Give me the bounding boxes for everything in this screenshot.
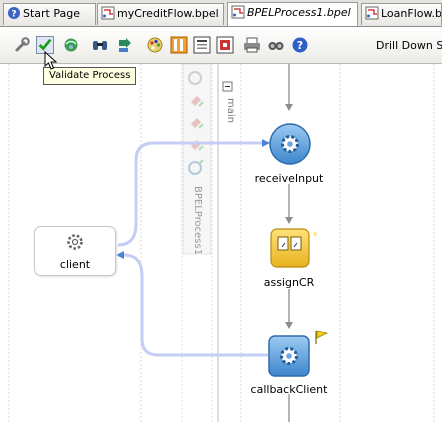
bpel-diagram-canvas[interactable]: BPELProcess1 main client receiveInput as… <box>0 64 442 422</box>
help-icon[interactable]: ? <box>291 36 309 54</box>
image-view-icon[interactable] <box>216 36 234 54</box>
svg-text:?: ? <box>11 10 16 20</box>
client-to-receive-link <box>117 141 262 247</box>
refresh-globe-icon[interactable] <box>62 36 80 54</box>
tab-label: BPELProcess1.bpel <box>247 6 351 19</box>
diagram-toolbar: ? Drill Down Sta <box>0 27 442 64</box>
binoculars-search-icon[interactable] <box>267 36 285 54</box>
receive-input-label: receiveInput <box>254 172 324 185</box>
drill-down-label: Drill Down Sta <box>376 39 442 52</box>
receive-input-activity[interactable] <box>268 122 312 166</box>
gear-icon <box>67 234 83 250</box>
assign-cr-label: assignCR <box>263 276 315 289</box>
tab-loanflow[interactable]: LoanFlow.bpe <box>361 3 442 25</box>
tab-bpelprocess1[interactable]: BPELProcess1.bpel <box>227 2 358 26</box>
document-view-icon[interactable] <box>193 36 211 54</box>
tab-label: myCreditFlow.bpel <box>117 7 219 20</box>
pane-layout-icon[interactable] <box>170 36 188 54</box>
palette-icon[interactable] <box>146 36 164 54</box>
help-icon: ? <box>8 7 20 20</box>
binoculars-icon[interactable] <box>91 36 109 54</box>
tab-start-page[interactable]: ? Start Page <box>3 3 96 25</box>
link-arrowhead <box>116 251 124 259</box>
tab-label: Start Page <box>23 7 80 20</box>
tab-mycreditflow[interactable]: myCreditFlow.bpel <box>97 3 224 25</box>
print-icon[interactable] <box>243 36 261 54</box>
client-label: client <box>59 258 91 271</box>
tab-label: LoanFlow.bpe <box>381 7 442 20</box>
mouse-cursor-icon <box>44 51 58 70</box>
callback-client-label: callbackClient <box>250 383 328 396</box>
callback-client-activity[interactable] <box>268 330 332 378</box>
editor-tab-bar: ? Start Page myCreditFlow.bpel BPELProces… <box>0 0 442 27</box>
callback-to-client-link <box>118 253 268 357</box>
flow-arrow-icon[interactable] <box>116 36 134 54</box>
client-partner-link[interactable]: client <box>34 226 116 276</box>
bpel-file-icon <box>101 6 115 20</box>
svg-text:?: ? <box>297 39 303 52</box>
bpel-file-icon <box>231 5 245 19</box>
wrench-icon[interactable] <box>13 36 31 54</box>
assign-cr-activity[interactable] <box>270 227 324 269</box>
bpel-file-icon <box>365 6 379 20</box>
